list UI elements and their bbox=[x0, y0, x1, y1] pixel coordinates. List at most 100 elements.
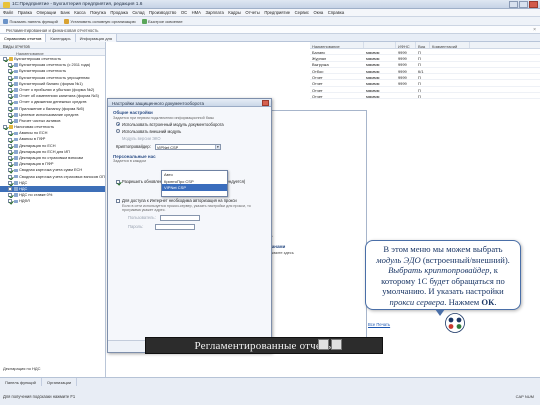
checkbox-icon[interactable] bbox=[8, 131, 12, 136]
menu-item[interactable]: Окна bbox=[313, 10, 323, 15]
quick-start-button[interactable]: Быстрое освоение bbox=[141, 18, 183, 24]
instruction-callout: В этом меню мы можем выбрать модуль ЭДО … bbox=[365, 240, 521, 310]
checkbox-icon[interactable] bbox=[8, 106, 12, 111]
checkbox-icon[interactable] bbox=[8, 75, 12, 80]
close-dialog-button[interactable] bbox=[262, 99, 269, 106]
menu-item[interactable]: Продажа bbox=[110, 10, 127, 15]
menu-item[interactable]: Производство bbox=[149, 10, 176, 15]
proxy-note: Если в сети используется прокси-сервер, … bbox=[122, 203, 251, 212]
table-cell bbox=[430, 49, 470, 54]
dropdown-option-selected[interactable]: VIPNet CSP bbox=[162, 184, 227, 191]
menu-item[interactable]: Правка bbox=[18, 10, 32, 15]
tab-calendar[interactable]: Календарь bbox=[46, 34, 76, 42]
column-header[interactable]: ИФНС bbox=[396, 42, 416, 48]
checkbox-icon[interactable] bbox=[8, 187, 12, 192]
panel-tab-organizations[interactable]: Организации bbox=[42, 378, 78, 386]
column-header[interactable]: Комментарий bbox=[430, 42, 470, 48]
checkbox-icon[interactable] bbox=[8, 81, 12, 86]
checkbox-icon[interactable] bbox=[8, 112, 12, 117]
next-slide-button[interactable] bbox=[331, 339, 342, 350]
table-row[interactable]: Отчет ммммм П bbox=[310, 93, 540, 100]
prev-slide-button[interactable] bbox=[318, 339, 329, 350]
table-body: Баланс ммммм 9999 П Журнал ммммм 9999 П Выгрузка… bbox=[310, 49, 540, 100]
table-cell: 9999 bbox=[398, 62, 407, 67]
checkbox-icon[interactable] bbox=[8, 94, 12, 99]
menu-item[interactable]: Касса bbox=[74, 10, 85, 15]
report-icon bbox=[14, 174, 18, 179]
list-item[interactable]: НДФЛ bbox=[0, 198, 105, 204]
menu-item[interactable]: Отчеты bbox=[245, 10, 259, 15]
report-icon bbox=[14, 88, 18, 92]
report-types-panel: Виды отчетов Наименование Бухгалтерская … bbox=[0, 42, 106, 377]
document-tabs: Справочник отчетов Календарь Информация … bbox=[0, 34, 540, 42]
menu-item[interactable]: Операции bbox=[36, 10, 56, 15]
report-icon bbox=[14, 112, 18, 117]
proxy-auth-checkbox[interactable]: Для доступа к Интернет необходима автори… bbox=[116, 198, 271, 203]
table-cell bbox=[396, 93, 416, 98]
chevron-down-icon[interactable]: ▾ bbox=[214, 144, 220, 149]
close-icon[interactable]: × bbox=[533, 27, 536, 33]
checkbox-icon[interactable] bbox=[8, 149, 12, 154]
checkbox-icon[interactable] bbox=[3, 125, 7, 130]
menu-item[interactable]: Предприятие bbox=[264, 10, 290, 15]
checkbox-icon[interactable] bbox=[8, 156, 12, 161]
checkbox-icon[interactable] bbox=[8, 63, 12, 68]
column-header[interactable]: Наименование bbox=[0, 49, 105, 56]
checkbox-icon[interactable] bbox=[8, 162, 12, 167]
table-cell: Отчет bbox=[312, 93, 323, 99]
table-cell bbox=[430, 80, 470, 85]
tab-information[interactable]: Информация для bbox=[75, 34, 118, 42]
maximize-button[interactable] bbox=[519, 1, 528, 8]
checkbox-icon[interactable] bbox=[8, 143, 12, 148]
column-header[interactable]: Вид bbox=[416, 42, 430, 48]
menu-item[interactable]: Покупка bbox=[90, 10, 106, 15]
crypto-provider-select[interactable]: VIPNet CSP ▾ bbox=[154, 143, 221, 150]
set-main-organization-button[interactable]: Установить основную организацию bbox=[63, 18, 136, 24]
checkbox-icon[interactable] bbox=[8, 118, 12, 123]
checkbox-icon[interactable] bbox=[8, 193, 12, 198]
show-functions-panel-button[interactable]: Показать панель функций bbox=[3, 18, 58, 24]
checkbox-icon[interactable] bbox=[8, 100, 12, 105]
table-cell: ммммм bbox=[366, 87, 380, 93]
checkbox-icon[interactable] bbox=[8, 180, 12, 185]
callout-text-part: В этом меню мы можем выбрать bbox=[383, 244, 503, 254]
column-header[interactable] bbox=[364, 42, 396, 48]
checkbox-icon[interactable] bbox=[3, 57, 7, 62]
menu-item[interactable]: Зарплата bbox=[205, 10, 223, 15]
checkbox-icon[interactable] bbox=[8, 88, 12, 93]
checkbox-icon[interactable] bbox=[8, 168, 12, 173]
report-icon bbox=[14, 143, 18, 148]
user-input[interactable] bbox=[159, 214, 200, 221]
panel-tab-functions[interactable]: Панель функций bbox=[0, 378, 42, 386]
window-panels: Панель функций Организации bbox=[0, 378, 540, 386]
checkbox-icon[interactable] bbox=[8, 199, 12, 204]
slide-caption-text: Регламентированные отчеты bbox=[194, 339, 334, 352]
checkbox-icon[interactable] bbox=[8, 137, 12, 142]
menu-item[interactable]: Справка bbox=[328, 10, 344, 15]
menu-item[interactable]: Склад bbox=[132, 10, 144, 15]
column-header[interactable]: Наименование bbox=[310, 42, 364, 48]
checkbox-icon[interactable] bbox=[8, 69, 12, 74]
report-icon bbox=[14, 63, 18, 68]
menu-item[interactable]: Файл bbox=[3, 10, 13, 15]
toolbar: Показать панель функций Установить основ… bbox=[0, 17, 540, 26]
password-input[interactable] bbox=[155, 223, 196, 230]
menu-item[interactable]: НМА bbox=[192, 10, 201, 15]
close-window-button[interactable] bbox=[529, 1, 538, 8]
status-indicators: CAP NUM bbox=[515, 394, 534, 399]
print-link[interactable]: Все Печать bbox=[368, 322, 390, 327]
menu-item[interactable]: Банк bbox=[61, 10, 70, 15]
radio-icon bbox=[116, 122, 120, 126]
minimize-button[interactable] bbox=[509, 1, 518, 8]
tab-reports-reference[interactable]: Справочник отчетов bbox=[0, 34, 47, 42]
menu-item[interactable]: Кадры bbox=[228, 10, 241, 15]
user-label: Пользователь: bbox=[128, 215, 156, 220]
checkbox-icon[interactable] bbox=[8, 174, 12, 179]
menu-item[interactable]: ОС bbox=[181, 10, 187, 15]
table-cell: ммммм bbox=[366, 81, 380, 86]
table-cell: ммммм bbox=[366, 62, 380, 67]
help-icon bbox=[141, 18, 147, 24]
builtin-module-radio[interactable]: Использовать встроенный модуль документо… bbox=[116, 122, 271, 127]
menu-item[interactable]: Сервис bbox=[295, 10, 309, 15]
external-module-radio[interactable]: Использовать внешний модуль bbox=[116, 129, 271, 134]
